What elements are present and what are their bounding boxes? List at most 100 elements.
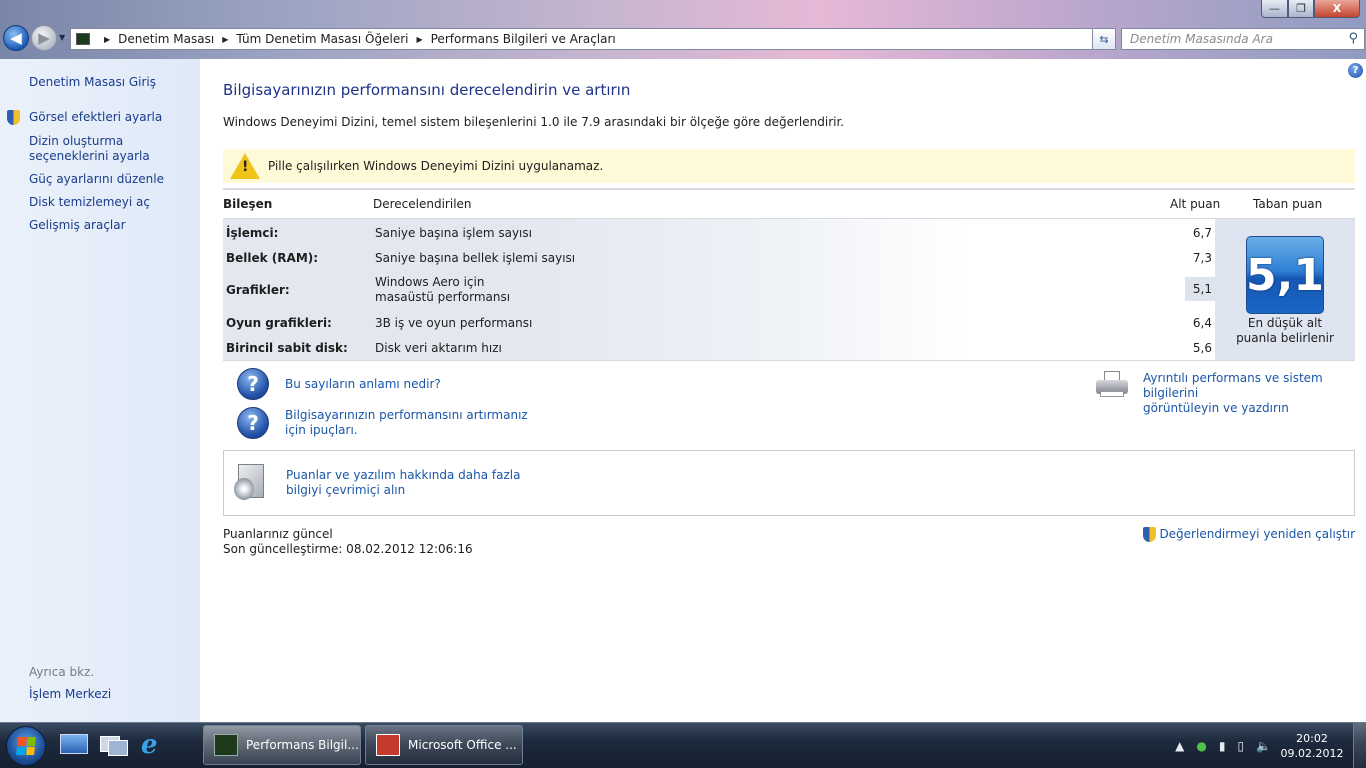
uac-shield-icon [1143, 527, 1157, 542]
search-icon[interactable]: ⚲ [1348, 31, 1358, 46]
warning-icon: ! [230, 153, 260, 179]
clock-date: 09.02.2012 [1280, 747, 1344, 760]
battery-warning-banner: ! Pille çalışılırken Windows Deneyimi Di… [223, 149, 1355, 183]
show-hidden-icons-icon[interactable]: ▲ [1175, 739, 1184, 753]
show-desktop-icon[interactable] [58, 730, 90, 760]
table-row-gaming-score: 6,4 [1192, 316, 1212, 330]
base-score-panel: 5,1 En düşük alt puanla belirlenir [1215, 219, 1355, 360]
rerun-assessment[interactable]: Değerlendirmeyi yeniden çalıştır [1143, 527, 1355, 542]
sidebar-item-home[interactable]: Denetim Masası Giriş [29, 75, 156, 90]
volume-icon[interactable]: 🔈 [1256, 739, 1271, 753]
help-question-icon: ? [237, 407, 269, 439]
rerun-assessment-link[interactable]: Değerlendirmeyi yeniden çalıştır [1159, 527, 1355, 542]
link-online-line1[interactable]: Puanlar ve yazılım hakkında daha fazla [286, 468, 520, 482]
see-also-heading: Ayrıca bkz. [29, 665, 95, 679]
link-online-line2[interactable]: bilgiyi çevrimiçi alın [286, 483, 405, 497]
taskbar-item-label: Microsoft Office ... [408, 738, 517, 752]
chevron-right-icon[interactable]: ▶ [416, 35, 422, 44]
forward-button[interactable]: ▶ [31, 25, 57, 51]
table-divider [223, 188, 1355, 190]
refresh-button[interactable]: ⇆ [1092, 28, 1116, 50]
table-row-cpu-label: İşlemci: [226, 226, 279, 240]
table-row-ram-label: Bellek (RAM): [226, 251, 319, 265]
office-picture-icon [376, 734, 400, 756]
score-table [223, 219, 1215, 360]
arrow-left-icon: ◀ [10, 29, 22, 47]
sidebar-item-power[interactable]: Güç ayarlarını düzenle [29, 172, 164, 187]
page-title: Bilgisayarınızın performansını derecelen… [223, 81, 631, 99]
table-row-graphics-score: 5,1 [1185, 277, 1215, 301]
table-row-graphics-label: Grafikler: [226, 283, 290, 297]
base-caption-line1: En düşük alt [1247, 316, 1323, 330]
column-header-subscore: Alt puan [1170, 197, 1221, 211]
taskbar-item-office[interactable]: Microsoft Office ... [365, 725, 523, 765]
recent-pages-dropdown[interactable]: ▼ [59, 33, 65, 42]
printer-icon [1095, 371, 1129, 399]
sidebar-item-advanced-tools[interactable]: Gelişmiş araçlar [29, 218, 126, 233]
clock[interactable]: 20:02 09.02.2012 [1277, 731, 1347, 761]
link-details-line1[interactable]: Ayrıntılı performans ve sistem bilgileri… [1143, 371, 1323, 400]
table-row-graphics-desc: Windows Aero için masaüstü performansı [375, 275, 511, 304]
chevron-right-icon[interactable]: ▶ [104, 35, 110, 44]
main-content: ? Bilgisayarınızın performansını derecel… [200, 59, 1366, 722]
battery-icon[interactable]: ▯ [1237, 739, 1244, 753]
internet-explorer-icon[interactable]: e [138, 730, 170, 760]
base-score-badge: 5,1 [1246, 236, 1324, 314]
column-header-basescore: Taban puan [1253, 197, 1323, 211]
link-details[interactable]: Ayrıntılı performans ve sistem bilgileri… [1143, 371, 1366, 416]
breadcrumb-all-items[interactable]: Tüm Denetim Masası Öğeleri [236, 32, 408, 46]
taskbar-item-performance[interactable]: Performans Bilgil... [203, 725, 361, 765]
link-online-info[interactable]: Puanlar ve yazılım hakkında daha fazla b… [286, 468, 520, 498]
taskbar-item-label: Performans Bilgil... [246, 738, 359, 752]
minimize-button[interactable]: — [1261, 0, 1288, 18]
taskbar: e Performans Bilgil... Microsoft Office … [0, 722, 1366, 768]
column-header-component: Bileşen [223, 197, 273, 211]
title-bar: — ❐ X ◀ ▶ ▼ ▶ Denetim Masası ▶ Tüm Denet… [0, 0, 1366, 59]
show-desktop-button[interactable] [1353, 723, 1366, 768]
close-button[interactable]: X [1314, 0, 1360, 18]
help-icon[interactable]: ? [1348, 63, 1363, 78]
last-update-text: Son güncelleştirme: 08.02.2012 12:06:16 [223, 542, 473, 556]
warning-text: Pille çalışılırken Windows Deneyimi Dizi… [268, 159, 604, 173]
help-question-icon: ? [237, 368, 269, 400]
sidebar-item-visual-effects[interactable]: Görsel efektleri ayarla [29, 110, 162, 125]
link-tips-line2[interactable]: için ipuçları. [285, 423, 358, 437]
back-button[interactable]: ◀ [3, 25, 29, 51]
refresh-icon: ⇆ [1099, 32, 1109, 46]
scores-current-text: Puanlarınız güncel [223, 527, 333, 541]
system-tray: ▲ ● ▮ ▯ 🔈 20:02 09.02.2012 [1169, 723, 1366, 768]
clock-time: 20:02 [1296, 732, 1328, 745]
link-meaning[interactable]: Bu sayıların anlamı nedir? [285, 377, 441, 392]
sidebar-item-action-center[interactable]: İşlem Merkezi [29, 687, 111, 702]
arrow-right-icon: ▶ [38, 29, 50, 47]
network-icon[interactable]: ▮ [1219, 739, 1226, 753]
windows-logo-icon [16, 737, 36, 755]
table-row-disk-score: 5,6 [1192, 341, 1212, 355]
maximize-button[interactable]: ❐ [1288, 0, 1314, 18]
table-row-cpu-score: 6,7 [1192, 226, 1212, 240]
software-box-icon [234, 464, 268, 502]
page-description: Windows Deneyimi Dizini, temel sistem bi… [223, 115, 845, 129]
chevron-right-icon[interactable]: ▶ [222, 35, 228, 44]
switch-windows-icon[interactable] [98, 730, 130, 760]
search-input[interactable] [1122, 29, 1332, 49]
sidebar-item-disk-cleanup[interactable]: Disk temizlemeyi aç [29, 195, 150, 210]
address-bar[interactable]: ▶ Denetim Masası ▶ Tüm Denetim Masası Öğ… [70, 28, 1116, 50]
performance-monitor-icon [214, 734, 238, 756]
table-row-cpu-desc: Saniye başına işlem sayısı [375, 226, 532, 240]
breadcrumb-control-panel[interactable]: Denetim Masası [118, 32, 214, 46]
online-info-box: Puanlar ve yazılım hakkında daha fazla b… [223, 450, 1355, 516]
link-tips-line1[interactable]: Bilgisayarınızın performansını artırmanı… [285, 408, 528, 422]
table-row-disk-label: Birincil sabit disk: [226, 341, 348, 355]
breadcrumb-performance[interactable]: Performans Bilgileri ve Araçları [431, 32, 616, 46]
sidebar-item-indexing[interactable]: Dizin oluşturma seçeneklerini ayarla [29, 134, 194, 164]
link-details-line2[interactable]: görüntüleyin ve yazdırın [1143, 401, 1289, 415]
action-center-icon[interactable]: ● [1196, 739, 1206, 753]
uac-shield-icon [7, 110, 20, 125]
link-tips[interactable]: Bilgisayarınızın performansını artırmanı… [285, 408, 528, 438]
table-divider [223, 360, 1355, 361]
table-row-disk-desc: Disk veri aktarım hızı [375, 341, 502, 355]
start-button[interactable] [6, 726, 46, 766]
table-row-ram-score: 7,3 [1192, 251, 1212, 265]
search-box: ⚲ [1121, 28, 1365, 50]
